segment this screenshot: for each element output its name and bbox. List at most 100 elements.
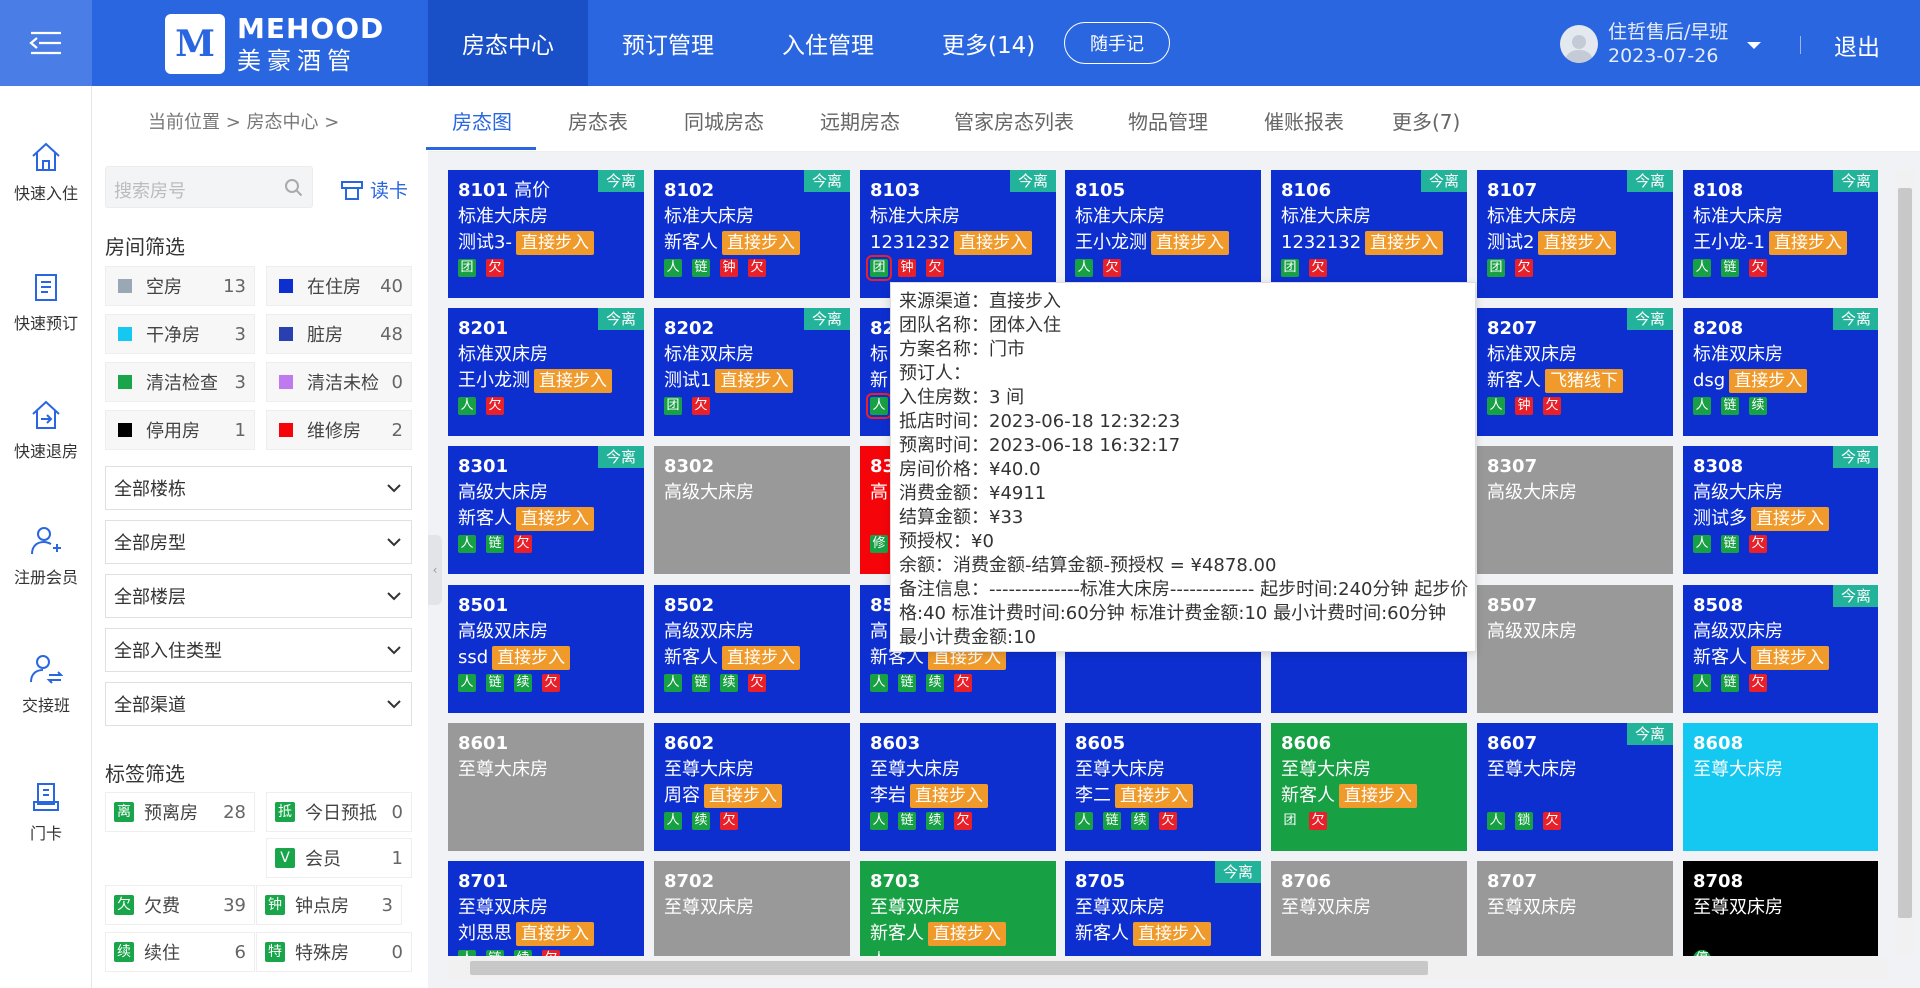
room-card[interactable]: 今离 8107 标准大床房 测试2 直接步入团欠 <box>1477 170 1673 298</box>
room-card[interactable]: 8602 至尊大床房 周容 直接步入人续欠 <box>654 723 850 851</box>
room-card[interactable]: 8105 标准大床房 王小龙测 直接步入人欠 <box>1065 170 1261 298</box>
room-filter-item[interactable]: 脏房 48 <box>266 314 412 354</box>
room-search-input[interactable]: 搜索房号 <box>105 166 313 208</box>
channel-badge: 直接步入 <box>534 369 612 393</box>
tag-filter-item[interactable]: 离预离房 28 <box>105 792 255 832</box>
room-card[interactable]: 今离 8108 标准大床房 王小龙-1 直接步入人链欠 <box>1683 170 1878 298</box>
room-card[interactable]: 8608 至尊大床房 <box>1683 723 1878 851</box>
room-filter-item[interactable]: 停用房 1 <box>105 410 255 450</box>
room-filter-item[interactable]: 在住房 40 <box>266 266 412 306</box>
room-card[interactable]: 8302 高级大床房 <box>654 446 850 574</box>
filter-select[interactable]: 全部楼栋 <box>105 466 412 510</box>
room-card[interactable]: 8601 至尊大床房 <box>448 723 644 851</box>
read-card-button[interactable]: 读卡 <box>340 176 408 203</box>
room-card[interactable]: 今离 8607 至尊大床房人锁欠 <box>1477 723 1673 851</box>
tag-filter-item[interactable]: V 会员 1 <box>266 838 412 878</box>
scroll-thumb[interactable] <box>1898 188 1912 918</box>
room-card[interactable]: 今离 8208 标准双床房 dsg 直接步入人链续 <box>1683 308 1878 436</box>
room-card[interactable]: 今离 8308 高级大床房 测试多 直接步入人链欠 <box>1683 446 1878 574</box>
channel-badge: 直接步入 <box>954 231 1033 255</box>
tab-item[interactable]: 同城房态 <box>684 106 764 135</box>
room-filter-item[interactable]: 空房 13 <box>105 266 255 306</box>
door-card-button[interactable]: 门卡 <box>0 780 92 844</box>
room-card[interactable]: 今离 8106 标准大床房 1232132 直接步入团欠 <box>1271 170 1467 298</box>
room-number: 8606 <box>1281 733 1332 754</box>
tag-filter-item[interactable]: 续续住 6 <box>105 932 255 972</box>
nav-reservation[interactable]: 预订管理 <box>588 0 748 86</box>
room-card[interactable]: 8501 高级双床房 ssd 直接步入人链续欠 <box>448 585 644 713</box>
room-card[interactable]: 8706 至尊双床房 <box>1271 861 1467 956</box>
quick-booking-button[interactable]: 快速预订 <box>0 270 92 334</box>
channel-badge: 直接步入 <box>722 646 800 670</box>
sidebar-collapse-handle[interactable]: ‹ <box>428 535 442 605</box>
room-card[interactable]: 8603 至尊大床房 李岩 直接步入人链续欠 <box>860 723 1056 851</box>
chevron-down-icon[interactable] <box>1746 41 1762 51</box>
guest-line <box>664 921 840 947</box>
room-card[interactable]: 今离 8202 标准双床房 测试1 直接步入团欠 <box>654 308 850 436</box>
guest-line <box>1487 921 1663 947</box>
tab-item[interactable]: 管家房态列表 <box>954 106 1074 135</box>
tag-filter-item[interactable]: 欠欠费 39 <box>105 885 255 925</box>
tab-item[interactable]: 催账报表 <box>1264 106 1344 135</box>
tab-item[interactable]: 物品管理 <box>1128 106 1208 135</box>
arrears-icon: 欠 <box>486 259 504 277</box>
room-card[interactable]: 8502 高级双床房 新客人 直接步入人链续欠 <box>654 585 850 713</box>
quick-checkout-button[interactable]: 快速退房 <box>0 398 92 462</box>
room-filter-count: 2 <box>391 419 403 441</box>
memo-button[interactable]: 随手记 <box>1064 22 1170 64</box>
room-card[interactable]: 今离 8101 高价 标准大床房 测试3- 直接步入团欠 <box>448 170 644 298</box>
tab-item[interactable]: 远期房态 <box>820 106 900 135</box>
room-card[interactable]: 8606 至尊大床房 新客人 直接步入团欠 <box>1271 723 1467 851</box>
room-card[interactable]: 8702 至尊双床房 <box>654 861 850 956</box>
room-card[interactable]: 今离 8705 至尊双床房 新客人 直接步入 <box>1065 861 1261 956</box>
vertical-scrollbar[interactable] <box>1896 170 1914 956</box>
nav-more[interactable]: 更多(14) <box>908 0 1069 86</box>
filter-select[interactable]: 全部楼层 <box>105 574 412 618</box>
room-card[interactable]: 8707 至尊双床房 <box>1477 861 1673 956</box>
room-filter-item[interactable]: 清洁未检 0 <box>266 362 412 402</box>
tag-filter-item[interactable]: 钟钟点房 3 <box>256 885 402 925</box>
room-card[interactable]: 今离 8508 高级双床房 新客人 直接步入人链欠 <box>1683 585 1878 713</box>
nav-checkin[interactable]: 入住管理 <box>748 0 908 86</box>
status-icons: 停 <box>1693 950 1869 956</box>
quick-checkin-button[interactable]: 快速入住 <box>0 140 92 204</box>
status-color-swatch <box>118 375 132 389</box>
scroll-thumb[interactable] <box>470 961 1428 975</box>
nav-room-status[interactable]: 房态中心 <box>428 0 588 86</box>
tag-filter-label: 特殊房 <box>295 943 349 964</box>
filter-select[interactable]: 全部房型 <box>105 520 412 564</box>
filter-select[interactable]: 全部渠道 <box>105 682 412 726</box>
channel-badge: 直接步入 <box>1365 231 1444 255</box>
user-menu[interactable]: 住哲售后/早班 2023-07-26 <box>1560 20 1762 68</box>
tag-filter-item[interactable]: 特特殊房 0 <box>256 932 412 972</box>
room-number: 8708 <box>1693 871 1744 892</box>
search-icon[interactable] <box>284 178 304 198</box>
room-card[interactable]: 今离 8201 标准双床房 王小龙测 直接步入人欠 <box>448 308 644 436</box>
room-filter-item[interactable]: 干净房 3 <box>105 314 255 354</box>
guest-name: 测试2 <box>1487 232 1535 253</box>
room-card[interactable]: 8307 高级大床房 <box>1477 446 1673 574</box>
room-card[interactable]: 8703 至尊双床房新客人直接步入人 <box>860 861 1056 956</box>
horizontal-scrollbar[interactable] <box>448 957 1888 979</box>
room-card[interactable]: 8701 至尊双床房刘思思直接步入人 链 续 欠 <box>448 861 644 956</box>
tab-item[interactable]: 房态表 <box>568 106 628 135</box>
tab-item[interactable]: 房态图 <box>452 106 512 135</box>
arrears-icon: 欠 <box>1749 674 1767 692</box>
room-filter-item[interactable]: 维修房 2 <box>266 410 412 450</box>
shift-handover-button[interactable]: 交接班 <box>0 652 92 716</box>
menu-toggle-icon[interactable] <box>0 0 92 86</box>
room-card[interactable]: 8605 至尊大床房 李二 直接步入人链续欠 <box>1065 723 1261 851</box>
tab-item[interactable]: 更多(7) <box>1392 106 1460 135</box>
room-card[interactable]: 今离 8207 标准双床房 新客人 飞猪线下人钟欠 <box>1477 308 1673 436</box>
room-number-line: 8602 <box>664 731 840 757</box>
room-card[interactable]: 8708 至尊双床房停 <box>1683 861 1878 956</box>
room-filter-item[interactable]: 清洁检查 3 <box>105 362 255 402</box>
room-card[interactable]: 今离 8103 标准大床房 1231232 直接步入团钟欠 <box>860 170 1056 298</box>
filter-select[interactable]: 全部入住类型 <box>105 628 412 672</box>
room-card[interactable]: 今离 8301 高级大床房 新客人 直接步入人链欠 <box>448 446 644 574</box>
register-member-button[interactable]: 注册会员 <box>0 524 92 588</box>
tag-filter-item[interactable]: 抵今日预抵 0 <box>266 792 412 832</box>
logout-button[interactable]: 退出 <box>1834 28 1880 62</box>
room-card[interactable]: 8507 高级双床房 <box>1477 585 1673 713</box>
room-card[interactable]: 今离 8102 标准大床房 新客人 直接步入人链钟欠 <box>654 170 850 298</box>
